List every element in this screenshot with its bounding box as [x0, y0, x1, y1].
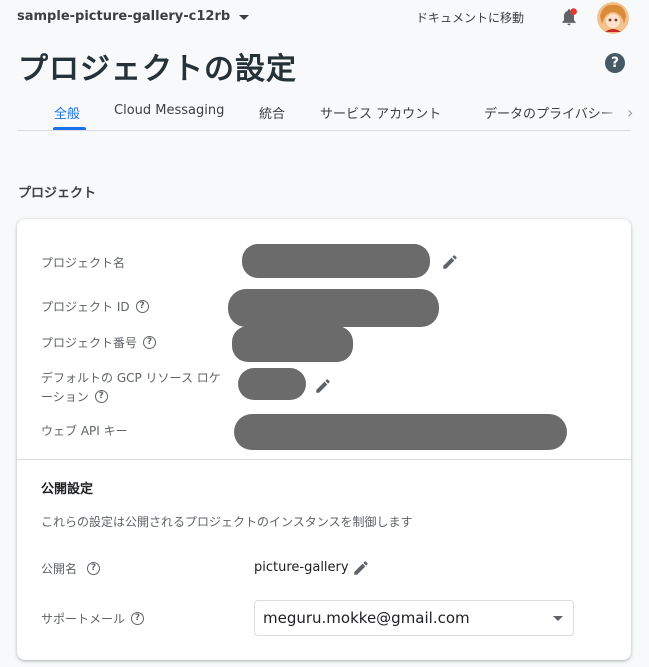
- redacted-gcp-location: [238, 368, 306, 400]
- project-section-label: プロジェクト: [18, 186, 97, 201]
- page-title: プロジェクトの設定: [18, 52, 297, 87]
- tab-integrations[interactable]: 統合: [259, 103, 285, 122]
- help-icon[interactable]: ?: [605, 53, 625, 73]
- edit-icon[interactable]: [441, 253, 459, 271]
- divider: [17, 459, 631, 460]
- redacted-project-number: [232, 326, 353, 362]
- bell-icon[interactable]: [559, 7, 579, 27]
- chevron-right-icon[interactable]: ›: [627, 103, 633, 122]
- docs-link[interactable]: ドキュメントに移動: [416, 9, 524, 26]
- notification-dot: [570, 8, 577, 15]
- edit-icon[interactable]: [314, 377, 332, 395]
- tab-cloud-messaging[interactable]: Cloud Messaging: [114, 103, 224, 118]
- help-circle-icon[interactable]: ?: [143, 336, 157, 349]
- public-name-value: picture-gallery: [254, 560, 349, 575]
- redacted-project-name: [242, 244, 430, 278]
- settings-card: プロジェクト名 プロジェクト ID ? プロジェクト番号 ? デフォルトの GC…: [17, 219, 631, 660]
- project-id-label: プロジェクト ID ?: [41, 298, 149, 315]
- public-settings-title: 公開設定: [41, 482, 94, 497]
- chevron-down-icon: [239, 14, 250, 20]
- help-circle-icon[interactable]: ?: [135, 300, 149, 313]
- redacted-api-key: [234, 414, 567, 450]
- support-email-value: meguru.mokke@gmail.com: [263, 609, 470, 627]
- project-name: sample-picture-gallery-c12rb: [17, 9, 231, 24]
- tab-bar: 全般 Cloud Messaging 統合 サービス アカウント データのプライ…: [17, 96, 631, 131]
- public-settings-description: これらの設定は公開されるプロジェクトのインスタンスを制御します: [41, 515, 413, 529]
- top-bar: sample-picture-gallery-c12rb ドキュメントに移動: [0, 0, 649, 36]
- project-selector[interactable]: sample-picture-gallery-c12rb: [17, 9, 250, 24]
- redacted-project-id: [228, 289, 439, 327]
- support-email-label: サポートメール ?: [41, 610, 145, 627]
- project-name-label: プロジェクト名: [41, 256, 126, 270]
- gcp-location-label-line2: ーション ?: [41, 388, 108, 405]
- active-tab-indicator: [53, 127, 86, 130]
- public-name-label: 公開名 ?: [41, 560, 101, 577]
- gcp-location-label-line1: デフォルトの GCP リソース ロケ: [41, 371, 221, 385]
- help-circle-icon[interactable]: ?: [131, 612, 145, 625]
- web-api-key-label: ウェブ API キー: [41, 424, 128, 438]
- tab-general[interactable]: 全般: [54, 103, 80, 122]
- support-email-select[interactable]: meguru.mokke@gmail.com: [254, 600, 574, 636]
- chevron-down-icon: [553, 616, 563, 621]
- edit-icon[interactable]: [352, 559, 370, 577]
- tab-data-privacy[interactable]: データのプライバシー: [484, 103, 614, 122]
- avatar[interactable]: [597, 2, 629, 34]
- project-number-label: プロジェクト番号 ?: [41, 334, 157, 351]
- tab-service-accounts[interactable]: サービス アカウント: [320, 103, 441, 122]
- help-circle-icon[interactable]: ?: [87, 562, 101, 575]
- help-circle-icon[interactable]: ?: [94, 390, 108, 403]
